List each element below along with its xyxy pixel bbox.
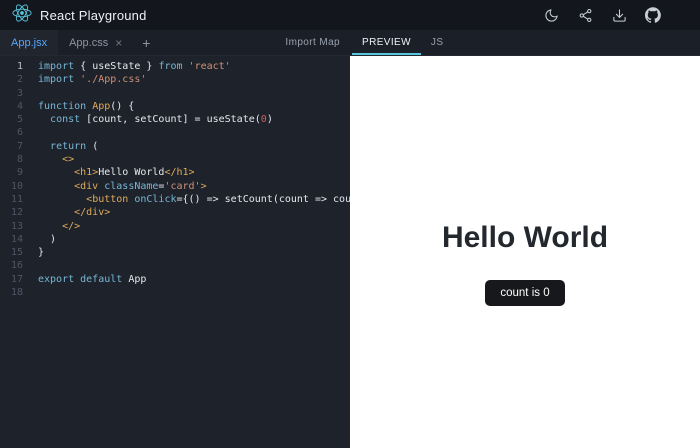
download-button[interactable] — [610, 6, 628, 24]
line-number: 14 — [0, 233, 30, 246]
file-tab-label: App.jsx — [11, 37, 47, 49]
code-line: 3 — [0, 87, 350, 100]
line-number: 9 — [0, 166, 30, 179]
download-icon — [612, 8, 627, 23]
line-number: 5 — [0, 113, 30, 126]
code-line: 17export default App — [0, 273, 350, 286]
code-line: 9 <h1>Hello World</h1> — [0, 166, 350, 179]
tab-import-map[interactable]: Import Map — [275, 30, 350, 55]
close-icon[interactable]: × — [115, 37, 122, 49]
code-editor[interactable]: 1import { useState } from 'react'2import… — [0, 56, 350, 448]
share-icon — [578, 8, 593, 23]
tab-bar: App.jsx App.css × + Import Map PREVIEW J… — [0, 30, 700, 56]
header-brand: React Playground — [12, 3, 147, 28]
moon-icon — [544, 8, 559, 23]
file-tab-app-jsx[interactable]: App.jsx — [0, 30, 58, 55]
code-line: 10 <div className='card'> — [0, 180, 350, 193]
code-line: 6 — [0, 126, 350, 139]
code-line: 13 </> — [0, 220, 350, 233]
line-number: 17 — [0, 273, 30, 286]
code-line: 1import { useState } from 'react' — [0, 60, 350, 73]
code-line: 16 — [0, 259, 350, 272]
line-number: 8 — [0, 153, 30, 166]
file-tab-label: App.css — [69, 37, 108, 49]
count-button[interactable]: count is 0 — [485, 280, 564, 306]
file-tabs: App.jsx App.css × + Import Map — [0, 30, 350, 55]
add-file-button[interactable]: + — [133, 30, 159, 55]
line-number: 1 — [0, 60, 30, 73]
file-tab-app-css[interactable]: App.css × — [58, 30, 133, 55]
line-number: 16 — [0, 259, 30, 272]
line-number: 12 — [0, 206, 30, 219]
code-line: 5 const [count, setCount] = useState(0) — [0, 113, 350, 126]
code-lines: 1import { useState } from 'react'2import… — [0, 60, 350, 299]
tab-preview[interactable]: PREVIEW — [352, 30, 421, 55]
code-line: 4function App() { — [0, 100, 350, 113]
app-title: React Playground — [40, 8, 147, 23]
code-line: 15} — [0, 246, 350, 259]
share-button[interactable] — [576, 6, 594, 24]
line-number: 2 — [0, 73, 30, 86]
line-number: 13 — [0, 220, 30, 233]
code-line: 7 return ( — [0, 140, 350, 153]
react-logo-icon — [12, 3, 32, 28]
preview-pane: Hello World count is 0 — [350, 56, 700, 448]
theme-toggle-button[interactable] — [542, 6, 560, 24]
line-number: 3 — [0, 87, 30, 100]
line-number: 7 — [0, 140, 30, 153]
line-number: 15 — [0, 246, 30, 259]
line-number: 6 — [0, 126, 30, 139]
code-line: 14 ) — [0, 233, 350, 246]
github-icon — [645, 7, 661, 23]
line-number: 18 — [0, 286, 30, 299]
code-line: 18 — [0, 286, 350, 299]
code-line: 8 <> — [0, 153, 350, 166]
tab-js[interactable]: JS — [421, 30, 453, 55]
header-actions — [542, 6, 688, 24]
view-tabs: PREVIEW JS — [350, 30, 700, 55]
code-line: 2import './App.css' — [0, 73, 350, 86]
code-line: 12 </div> — [0, 206, 350, 219]
main-split: 1import { useState } from 'react'2import… — [0, 56, 700, 448]
line-number: 4 — [0, 100, 30, 113]
app-header: React Playground — [0, 0, 700, 30]
app-window: React Playground — [0, 0, 700, 448]
code-line: 11 <button onClick={() => setCount(count… — [0, 193, 350, 206]
preview-heading: Hello World — [442, 221, 608, 255]
github-button[interactable] — [644, 6, 662, 24]
line-number: 11 — [0, 193, 30, 206]
line-number: 10 — [0, 180, 30, 193]
